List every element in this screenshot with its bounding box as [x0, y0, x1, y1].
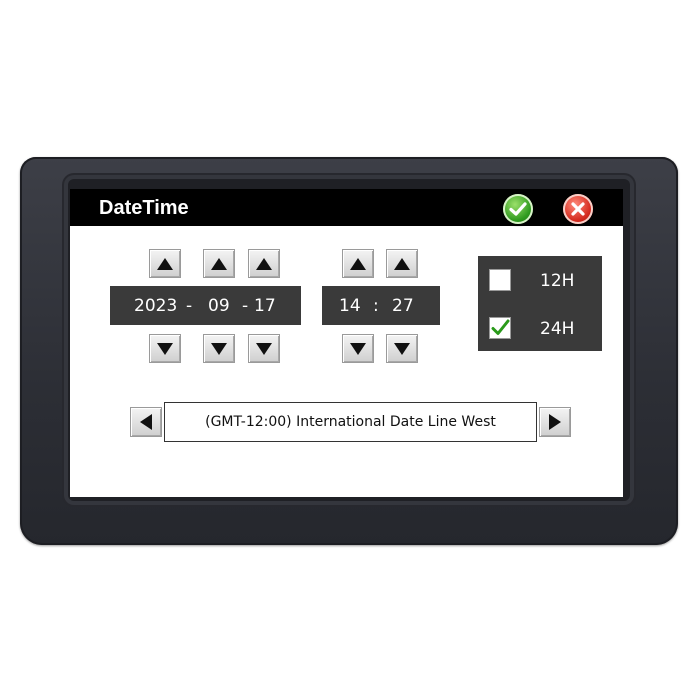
checkbox-24h[interactable]: [489, 317, 511, 339]
arrow-down-icon: [350, 342, 366, 355]
confirm-button[interactable]: [503, 194, 533, 224]
arrow-down-icon: [256, 342, 272, 355]
year-value: 2023: [134, 296, 178, 316]
check-icon: [509, 202, 527, 216]
day-value: 17: [254, 296, 276, 316]
label-12h: 12H: [540, 271, 575, 291]
window-title: DateTime: [99, 197, 189, 219]
month-up-button[interactable]: [203, 249, 235, 278]
hour-value: 14: [339, 296, 361, 316]
checkmark-icon: [491, 319, 510, 335]
cancel-button[interactable]: [563, 194, 593, 224]
timezone-prev-button[interactable]: [130, 407, 162, 437]
arrow-up-icon: [256, 257, 272, 270]
time-display: 14 : 27: [322, 286, 440, 325]
arrow-down-icon: [157, 342, 173, 355]
arrow-up-icon: [350, 257, 366, 270]
minute-up-button[interactable]: [386, 249, 418, 278]
year-up-button[interactable]: [149, 249, 181, 278]
title-bar: DateTime: [70, 189, 623, 226]
minute-down-button[interactable]: [386, 334, 418, 363]
date-separator: -: [186, 296, 193, 316]
minute-value: 27: [392, 296, 414, 316]
arrow-down-icon: [211, 342, 227, 355]
timezone-value: (GMT-12:00) International Date Line West: [205, 414, 496, 430]
label-24h: 24H: [540, 319, 575, 339]
year-down-button[interactable]: [149, 334, 181, 363]
timezone-field[interactable]: (GMT-12:00) International Date Line West: [164, 402, 537, 442]
arrow-down-icon: [394, 342, 410, 355]
day-up-button[interactable]: [248, 249, 280, 278]
arrow-right-icon: [549, 414, 561, 430]
hour-up-button[interactable]: [342, 249, 374, 278]
arrow-up-icon: [211, 257, 227, 270]
close-icon: [571, 202, 585, 216]
arrow-up-icon: [157, 257, 173, 270]
datetime-screen: DateTime 2023 - 09 - 17 14 : 27 12H 24H …: [70, 189, 623, 497]
time-separator: :: [373, 296, 379, 316]
checkbox-12h[interactable]: [489, 269, 511, 291]
month-down-button[interactable]: [203, 334, 235, 363]
arrow-up-icon: [394, 257, 410, 270]
date-display: 2023 - 09 - 17: [110, 286, 301, 325]
arrow-left-icon: [140, 414, 152, 430]
hour-down-button[interactable]: [342, 334, 374, 363]
timezone-next-button[interactable]: [539, 407, 571, 437]
month-value: 09: [208, 296, 230, 316]
date-separator: -: [242, 296, 249, 316]
clock-mode-panel: 12H 24H: [478, 256, 602, 351]
day-down-button[interactable]: [248, 334, 280, 363]
